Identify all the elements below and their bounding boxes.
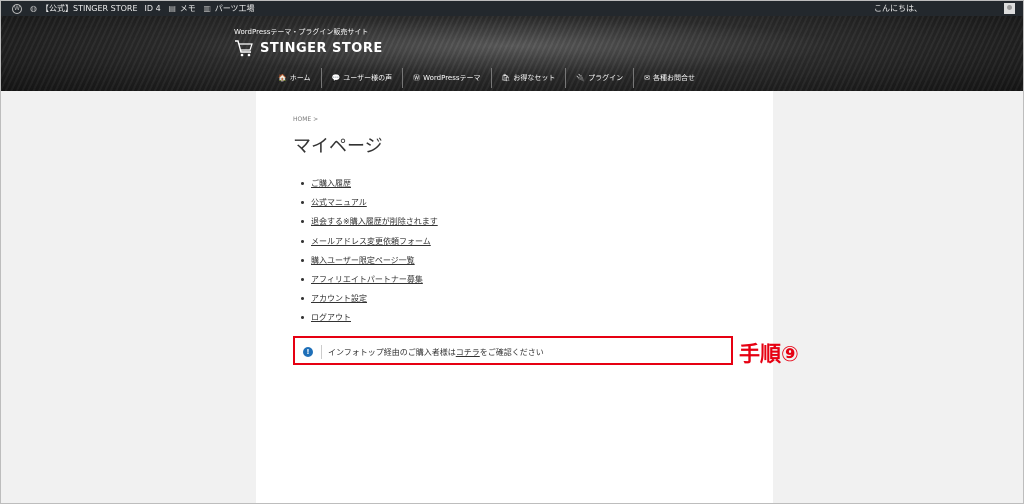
annotation-highlight-box [293,336,733,365]
list-item[interactable]: 退会する※購入履歴が削除されます [301,216,438,235]
link-purchase-history[interactable]: ご購入履歴 [311,179,351,188]
site-header: WordPressテーマ・プラグイン販売サイト STINGER STORE 🏠 ホ… [1,16,1023,91]
nav-item-voices[interactable]: 💬 ユーザー様の声 [320,68,403,88]
wordpress-menu[interactable]: W [8,3,22,14]
link-manual[interactable]: 公式マニュアル [311,198,367,207]
admin-memo-link[interactable]: ▤ メモ [168,1,196,16]
admin-site-name: 【公式】STINGER STORE [41,4,138,13]
link-logout[interactable]: ログアウト [311,313,351,322]
wp-admin-bar: W ◍ 【公式】STINGER STORE ID 4 ▤ メモ ▥ パーツ工場 こんに… [1,1,1023,16]
link-member-pages[interactable]: 購入ユーザー限定ページ一覧 [311,256,415,265]
nav-item-home[interactable]: 🏠 ホーム [268,68,321,88]
nav-label: 各種お問合せ [653,74,696,82]
list-item[interactable]: 公式マニュアル [301,197,438,216]
admin-parts-label: パーツ工場 [214,4,255,13]
nav-label: ホーム [289,74,311,82]
admin-greeting[interactable]: こんにちは、 [874,3,922,14]
admin-memo-label: メモ [179,4,196,13]
plug-icon: 🔌 [576,74,586,82]
document-icon: ▤ [168,4,176,13]
page-title: マイページ [293,136,383,157]
link-withdraw[interactable]: 退会する※購入履歴が削除されます [311,217,438,226]
breadcrumb[interactable]: HOME > [293,116,318,123]
nav-label: WordPressテーマ [423,74,481,82]
global-nav: 🏠 ホーム 💬 ユーザー様の声 Ⓦ WordPressテーマ 🛍 お得なセット 🔌 プラグ… [268,68,705,88]
home-icon: 🏠 [278,74,287,82]
list-item[interactable]: ご購入履歴 [301,178,438,197]
wordpress-icon: Ⓦ [413,74,421,82]
factory-icon: ▥ [203,4,211,13]
nav-label: プラグイン [588,74,624,82]
admin-site-link[interactable]: ◍ 【公式】STINGER STORE [29,1,138,16]
list-item[interactable]: 購入ユーザー限定ページ一覧 [301,255,438,274]
cart-icon [235,40,253,57]
site-logo[interactable]: STINGER STORE [234,39,383,57]
link-affiliate[interactable]: アフィリエイトパートナー募集 [311,275,423,284]
site-name: STINGER STORE [260,40,383,56]
main-content: HOME > マイページ ご購入履歴 公式マニュアル 退会する※購入履歴が削除さ… [256,91,773,503]
nav-item-sets[interactable]: 🛍 お得なセット [490,68,566,88]
admin-parts-link[interactable]: ▥ パーツ工場 [203,1,255,16]
list-item[interactable]: アカウント設定 [301,293,438,312]
site-tagline: WordPressテーマ・プラグイン販売サイト [234,28,369,36]
bag-icon: 🛍 [501,74,511,82]
comment-icon: 💬 [331,74,341,82]
admin-id-item[interactable]: ID 4 [145,1,161,16]
link-email-change[interactable]: メールアドレス変更依頼フォーム [311,237,431,246]
nav-label: ユーザー様の声 [343,74,393,82]
list-item[interactable]: アフィリエイトパートナー募集 [301,274,438,293]
list-item[interactable]: ログアウト [301,312,438,331]
link-account-settings[interactable]: アカウント設定 [311,294,367,303]
mail-icon: ✉ [644,74,651,82]
nav-item-plugins[interactable]: 🔌 プラグイン [565,68,633,88]
nav-item-themes[interactable]: Ⓦ WordPressテーマ [402,68,490,88]
wordpress-logo-icon: W [12,3,22,14]
palette-icon: ◍ [30,4,37,13]
list-item[interactable]: メールアドレス変更依頼フォーム [301,236,438,255]
nav-label: お得なセット [513,74,556,82]
admin-id-label: ID 4 [144,4,161,13]
browser-frame: W ◍ 【公式】STINGER STORE ID 4 ▤ メモ ▥ パーツ工場 こんに… [0,0,1024,504]
nav-item-contact[interactable]: ✉ 各種お問合せ [633,68,705,88]
avatar[interactable] [1004,3,1015,14]
mypage-link-list: ご購入履歴 公式マニュアル 退会する※購入履歴が削除されます メールアドレス変更… [301,178,438,332]
annotation-step-label: 手順⑨ [739,342,799,366]
